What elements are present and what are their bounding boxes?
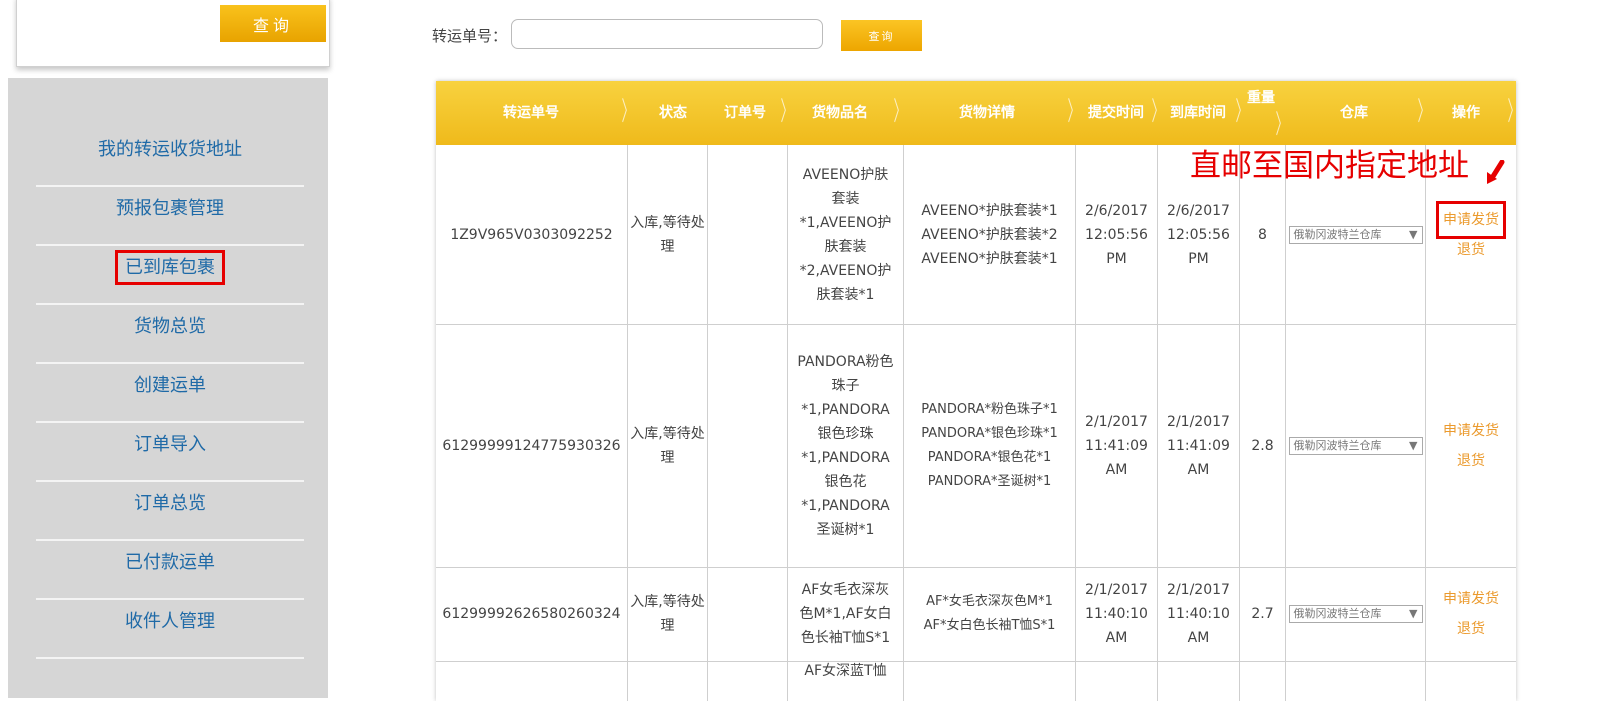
sidebar-item-label: 订单总览 — [134, 493, 206, 514]
search-button[interactable]: 查询 — [841, 20, 922, 51]
search-label: 转运单号： — [432, 27, 508, 45]
warehouse-cell: 俄勒冈波特兰仓库 ▼ — [1286, 567, 1426, 661]
arrive-time-cell: 2/1/2017 11:40:10 AM — [1158, 567, 1240, 661]
submit-time-cell: 2/1/2017 11:41:09 AM — [1076, 324, 1158, 567]
sidebar-item-order-import[interactable]: 订单导入 — [36, 423, 304, 482]
col-header-arrive-time: 到库时间 — [1170, 105, 1226, 121]
submit-time-cell — [1076, 661, 1158, 701]
return-link[interactable]: 退货 — [1454, 614, 1488, 644]
tracking-number: 1Z9V965V0303092252 — [436, 145, 628, 324]
apply-shipment-link[interactable]: 申请发货 — [1436, 200, 1506, 239]
arrow-down-left-icon — [1487, 160, 1505, 184]
arrive-time-cell — [1158, 661, 1240, 701]
warehouse-select-value: 俄勒冈波特兰仓库 — [1293, 438, 1382, 452]
chevron-right-icon: 〉 — [621, 97, 635, 127]
order-no-cell — [708, 324, 788, 567]
col-header-goods-name: 货物品名 — [812, 105, 868, 121]
sidebar-item-label: 预报包裹管理 — [116, 198, 224, 219]
goods-name-cell: PANDORA粉色珠子*1,PANDORA银色珍珠*1,PANDORA银色花*1… — [788, 324, 904, 567]
chevron-right-icon: 〉 — [1417, 97, 1431, 127]
col-header-submit-time: 提交时间 — [1088, 105, 1144, 121]
sidebar-item-label: 创建运单 — [134, 375, 206, 396]
goods-detail-cell: AF*女毛衣深灰色M*1 AF*女白色长袖T恤S*1 — [904, 567, 1076, 661]
goods-name-partial: AF女深蓝T恤 — [804, 663, 887, 679]
order-no-cell — [708, 661, 788, 701]
weight-cell: 2.8 — [1240, 324, 1286, 567]
dropdown-arrow-icon: ▼ — [1409, 227, 1418, 241]
chevron-right-icon: 〉 — [1275, 110, 1289, 140]
sidebar-item-preannounced-parcels[interactable]: 预报包裹管理 — [36, 187, 304, 246]
submit-time-cell: 2/6/2017 12:05:56 PM — [1076, 145, 1158, 324]
sidebar-item-recipients[interactable]: 收件人管理 — [36, 600, 304, 659]
table-header: 转运单号 〉 状态 订单号 〉 货物品名 〉 货物详情 〉 提交时间 〉 到库时… — [436, 81, 1516, 145]
col-header-goods-detail: 货物详情 — [959, 105, 1015, 121]
apply-shipment-link[interactable]: 申请发货 — [1440, 584, 1502, 614]
dropdown-arrow-icon: ▼ — [1409, 607, 1418, 620]
tracking-number-input[interactable] — [511, 19, 823, 49]
sidebar-item-shipping-address[interactable]: 我的转运收货地址 — [36, 128, 304, 187]
table-row: 61299999124775930326 入库,等待处理 PANDORA粉色珠子… — [436, 324, 1516, 568]
table-row: AF女深蓝T恤 — [436, 661, 1516, 701]
col-header-status: 状态 — [659, 105, 687, 121]
goods-name-cell: AVEENO护肤套装*1,AVEENO护肤套装*2,AVEENO护肤套装*1 — [788, 145, 904, 324]
chevron-right-icon: 〉 — [780, 97, 794, 127]
warehouse-cell: 俄勒冈波特兰仓库 ▼ — [1286, 324, 1426, 567]
sidebar-item-paid-waybills[interactable]: 已付款运单 — [36, 541, 304, 600]
order-no-cell — [708, 145, 788, 324]
tracking-number — [436, 661, 628, 701]
annotation-text: 直邮至国内指定地址 — [1190, 148, 1469, 184]
dropdown-arrow-icon: ▼ — [1409, 438, 1418, 452]
sidebar-query-panel: 查询 — [16, 0, 330, 67]
sidebar: 我的转运收货地址 预报包裹管理 已到库包裹 货物总览 创建运单 订单导入 订单总… — [8, 78, 328, 698]
actions-cell: 申请发货 退货 — [1426, 324, 1516, 567]
goods-detail-cell: AVEENO*护肤套装*1 AVEENO*护肤套装*2 AVEENO*护肤套装*… — [904, 145, 1076, 324]
goods-name-cell: AF女深蓝T恤 — [788, 661, 904, 701]
weight-cell: 2.7 — [1240, 567, 1286, 661]
status-cell: 入库,等待处理 — [628, 567, 708, 661]
chevron-right-icon: 〉 — [1508, 98, 1517, 126]
col-header-weight: 重量 — [1247, 90, 1275, 106]
sidebar-item-label: 货物总览 — [134, 316, 206, 337]
chevron-right-icon: 〉 — [1067, 97, 1081, 127]
tracking-number: 61299992626580260324 — [436, 567, 628, 661]
sidebar-item-label: 订单导入 — [134, 434, 206, 455]
warehouse-select-value: 俄勒冈波特兰仓库 — [1293, 227, 1382, 241]
warehouse-select[interactable]: 俄勒冈波特兰仓库 ▼ — [1288, 436, 1423, 455]
sidebar-item-goods-overview[interactable]: 货物总览 — [36, 305, 304, 364]
weight-cell — [1240, 661, 1286, 701]
sidebar-item-arrived-parcels[interactable]: 已到库包裹 — [36, 246, 304, 305]
status-cell — [628, 661, 708, 701]
return-link[interactable]: 退货 — [1454, 235, 1488, 265]
sidebar-item-label: 已到库包裹 — [115, 250, 225, 285]
actions-cell: 申请发货 退货 — [1426, 567, 1516, 661]
warehouse-cell — [1286, 661, 1426, 701]
submit-time-cell: 2/1/2017 11:40:10 AM — [1076, 567, 1158, 661]
warehouse-select-value: 俄勒冈波特兰仓库 — [1293, 607, 1382, 620]
return-link[interactable]: 退货 — [1454, 446, 1488, 476]
warehouse-select[interactable]: 俄勒冈波特兰仓库 ▼ — [1288, 605, 1423, 623]
col-header-actions: 操作 — [1452, 105, 1480, 121]
col-header-tracking: 转运单号 — [503, 105, 559, 121]
sidebar-item-create-waybill[interactable]: 创建运单 — [36, 364, 304, 423]
sidebar-item-order-overview[interactable]: 订单总览 — [36, 482, 304, 541]
goods-name-cell: AF女毛衣深灰色M*1,AF女白色长袖T恤S*1 — [788, 567, 904, 661]
sidebar-item-label: 我的转运收货地址 — [98, 139, 242, 160]
col-header-warehouse: 仓库 — [1340, 105, 1368, 121]
apply-shipment-link[interactable]: 申请发货 — [1440, 416, 1502, 446]
status-cell: 入库,等待处理 — [628, 145, 708, 324]
tracking-number: 61299999124775930326 — [436, 324, 628, 567]
sidebar-item-label: 已付款运单 — [125, 552, 215, 573]
sidebar-item-label: 收件人管理 — [125, 611, 215, 632]
sidebar-query-button[interactable]: 查询 — [220, 5, 326, 42]
order-no-cell — [708, 567, 788, 661]
chevron-right-icon: 〉 — [893, 97, 907, 127]
table-row: 61299992626580260324 入库,等待处理 AF女毛衣深灰色M*1… — [436, 567, 1516, 662]
status-cell: 入库,等待处理 — [628, 324, 708, 567]
col-header-order-no: 订单号 — [724, 105, 766, 121]
warehouse-select[interactable]: 俄勒冈波特兰仓库 ▼ — [1288, 225, 1423, 244]
goods-detail-cell — [904, 661, 1076, 701]
goods-detail-cell: PANDORA*粉色珠子*1 PANDORA*银色珍珠*1 PANDORA*银色… — [904, 324, 1076, 567]
arrive-time-cell: 2/1/2017 11:41:09 AM — [1158, 324, 1240, 567]
